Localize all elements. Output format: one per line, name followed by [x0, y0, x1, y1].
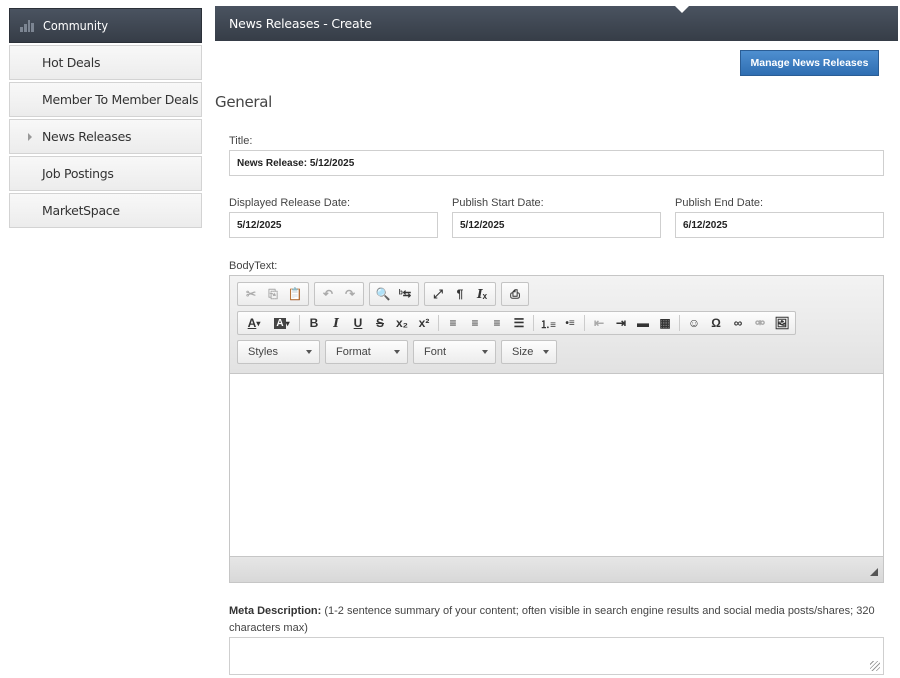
title-field[interactable]: News Release: 5/12/2025: [229, 150, 884, 176]
manage-news-releases-button[interactable]: Manage News Releases: [740, 50, 879, 76]
publish-start-field[interactable]: 5/12/2025: [452, 212, 661, 238]
horizontal-line-icon[interactable]: ▬: [632, 313, 654, 333]
editor-content-area[interactable]: [230, 374, 883, 556]
size-dropdown[interactable]: Size: [501, 340, 557, 364]
print-icon[interactable]: ⎙: [504, 284, 526, 304]
sidebar-item-member-deals[interactable]: Member To Member Deals: [9, 82, 202, 117]
align-center-icon[interactable]: ≡: [464, 313, 486, 333]
font-label: Font: [424, 346, 447, 358]
community-icon: [20, 19, 34, 32]
bulleted-list-icon[interactable]: •≡: [559, 313, 581, 333]
bold-icon[interactable]: B: [303, 313, 325, 333]
sidebar-item-label: News Releases: [42, 129, 132, 144]
sidebar-header-community[interactable]: Community: [9, 8, 202, 43]
find-icon[interactable]: 🔍: [372, 284, 394, 304]
title-label: Title:: [229, 135, 253, 147]
indent-icon[interactable]: ⇥: [610, 313, 632, 333]
subscript-icon[interactable]: x₂: [391, 313, 413, 333]
align-left-icon[interactable]: ≡: [442, 313, 464, 333]
meta-description-hint: (1-2 sentence summary of your content; o…: [229, 605, 875, 634]
justify-icon[interactable]: ☰: [508, 313, 530, 333]
copy-icon[interactable]: ⎘: [262, 284, 284, 304]
meta-description-textarea[interactable]: [229, 637, 884, 675]
page-header: News Releases - Create: [215, 5, 898, 41]
chevron-right-icon: [28, 133, 32, 141]
special-char-icon[interactable]: Ω: [705, 313, 727, 333]
format-dropdown[interactable]: Format: [325, 340, 408, 364]
unlink-icon[interactable]: ⚮: [749, 313, 771, 333]
strikethrough-icon[interactable]: S: [369, 313, 391, 333]
outdent-icon[interactable]: ⇤: [588, 313, 610, 333]
background-color-icon[interactable]: A ▾: [268, 313, 296, 333]
sidebar-item-marketspace[interactable]: MarketSpace: [9, 193, 202, 228]
header-notch: [674, 5, 690, 13]
table-icon[interactable]: ▦: [654, 313, 676, 333]
cut-icon[interactable]: ✂: [240, 284, 262, 304]
styles-dropdown[interactable]: Styles: [237, 340, 320, 364]
numbered-list-icon[interactable]: ⒈≡: [537, 313, 559, 333]
chevron-down-icon: [306, 350, 312, 354]
publish-end-field[interactable]: 6/12/2025: [675, 212, 884, 238]
sidebar-item-hot-deals[interactable]: Hot Deals: [9, 45, 202, 80]
link-icon[interactable]: ∞: [727, 313, 749, 333]
text-color-icon[interactable]: A ▾: [240, 313, 268, 333]
sidebar: Community Hot Deals Member To Member Dea…: [9, 8, 202, 228]
resize-grip-icon[interactable]: [870, 661, 880, 671]
chevron-down-icon: [394, 350, 400, 354]
show-blocks-icon[interactable]: ¶: [449, 284, 471, 304]
sidebar-item-label: Job Postings: [42, 166, 114, 181]
font-dropdown[interactable]: Font: [413, 340, 496, 364]
align-right-icon[interactable]: ≡: [486, 313, 508, 333]
chevron-down-icon: [543, 350, 549, 354]
undo-icon[interactable]: ↶: [317, 284, 339, 304]
sidebar-item-label: MarketSpace: [42, 203, 120, 218]
italic-icon[interactable]: I: [325, 313, 347, 333]
sidebar-item-news-releases[interactable]: News Releases: [9, 119, 202, 154]
editor-toolbar: ✂ ⎘ 📋 ↶ ↷ 🔍 ᵇ⇆ ⤢ ¶ Iₓ ⎙ A ▾ A ▾ B I U S …: [230, 276, 883, 374]
remove-format-icon[interactable]: Iₓ: [471, 284, 493, 304]
publish-start-label: Publish Start Date:: [452, 197, 544, 209]
redo-icon[interactable]: ↷: [339, 284, 361, 304]
release-date-field[interactable]: 5/12/2025: [229, 212, 438, 238]
chevron-down-icon: [482, 350, 488, 354]
paste-icon[interactable]: 📋: [284, 284, 306, 304]
superscript-icon[interactable]: x²: [413, 313, 435, 333]
sidebar-item-label: Hot Deals: [42, 55, 101, 70]
styles-label: Styles: [248, 346, 278, 358]
sidebar-item-label: Member To Member Deals: [42, 92, 199, 107]
publish-end-label: Publish End Date:: [675, 197, 764, 209]
smiley-icon[interactable]: ☺: [683, 313, 705, 333]
release-date-label: Displayed Release Date:: [229, 197, 351, 209]
meta-description-label: Meta Description: (1-2 sentence summary …: [229, 603, 884, 637]
body-text-label: BodyText:: [229, 260, 278, 272]
format-label: Format: [336, 346, 371, 358]
rich-text-editor: ✂ ⎘ 📋 ↶ ↷ 🔍 ᵇ⇆ ⤢ ¶ Iₓ ⎙ A ▾ A ▾ B I U S …: [229, 275, 884, 583]
editor-statusbar: [230, 556, 883, 582]
meta-description-title: Meta Description:: [229, 605, 322, 617]
image-icon[interactable]: 🖼: [771, 313, 793, 333]
underline-icon[interactable]: U: [347, 313, 369, 333]
replace-icon[interactable]: ᵇ⇆: [394, 284, 416, 304]
maximize-icon[interactable]: ⤢: [427, 284, 449, 304]
size-label: Size: [512, 346, 534, 358]
section-title: General: [215, 93, 273, 111]
sidebar-header-label: Community: [43, 18, 109, 33]
sidebar-item-job-postings[interactable]: Job Postings: [9, 156, 202, 191]
resize-grip-icon[interactable]: [870, 568, 878, 576]
page-title: News Releases - Create: [229, 16, 372, 31]
